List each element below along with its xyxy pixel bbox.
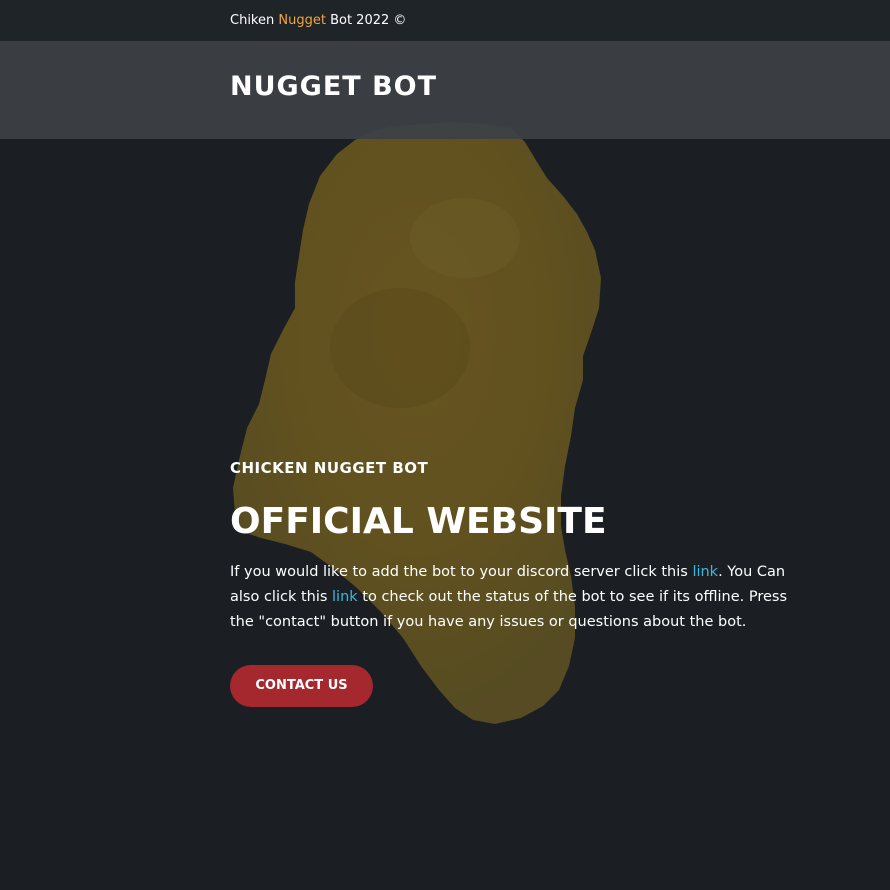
hero-headline: OFFICIAL WEBSITE: [230, 501, 607, 542]
copyright-suffix: Bot 2022 ©: [325, 13, 407, 28]
copyright-prefix: Chiken: [230, 13, 279, 28]
hero-section: CHICKEN NUGGET BOT OFFICIAL WEBSITE If y…: [230, 458, 810, 707]
invite-link[interactable]: link: [692, 564, 718, 580]
contact-us-button[interactable]: CONTACT US: [230, 665, 373, 707]
brand-logo[interactable]: NUGGET BOT: [230, 71, 437, 102]
navbar: NUGGET BOT: [0, 41, 890, 139]
hero-description: If you would like to add the bot to your…: [230, 560, 802, 635]
copyright-text: Chiken Nugget Bot 2022 ©: [230, 12, 406, 29]
hero-eyebrow: CHICKEN NUGGET BOT: [230, 459, 429, 477]
desc-text-1: If you would like to add the bot to your…: [230, 564, 693, 580]
copyright-accent-word: Nugget: [278, 13, 326, 28]
status-link[interactable]: link: [332, 589, 358, 605]
top-bar: Chiken Nugget Bot 2022 ©: [0, 0, 890, 41]
